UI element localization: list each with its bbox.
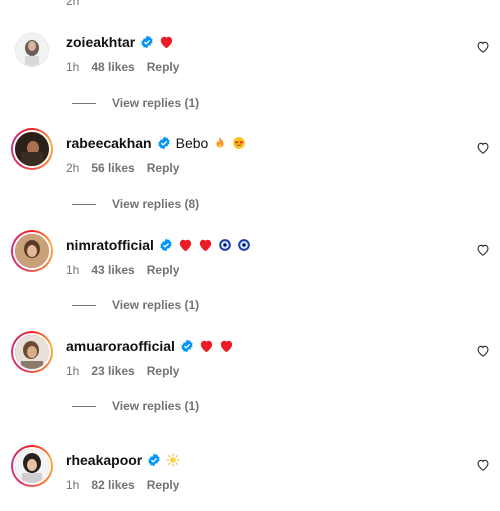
comment-likes[interactable]: 23 likes: [91, 364, 134, 378]
comment-time: 1h: [66, 60, 80, 74]
nazar-amulet-emoji-icon: [219, 239, 231, 251]
verified-badge-icon: [158, 136, 170, 150]
view-replies-button[interactable]: View replies (1): [72, 298, 199, 312]
view-replies-label: View replies (1): [112, 399, 200, 413]
view-replies-button[interactable]: View replies (1): [72, 96, 199, 110]
avatar[interactable]: [15, 33, 49, 67]
comment-time: 1h: [66, 364, 80, 378]
comment-likes[interactable]: 43 likes: [91, 263, 134, 277]
reply-button[interactable]: Reply: [147, 263, 180, 277]
view-replies-label: View replies (1): [112, 96, 200, 110]
top-fragment: 2h: [66, 0, 80, 8]
comment-username[interactable]: rheakapoor: [66, 452, 142, 468]
view-replies-label: View replies (8): [112, 197, 200, 211]
comment-time: 1h: [66, 263, 80, 277]
reply-button[interactable]: Reply: [147, 364, 180, 378]
fire-emoji-icon: [216, 137, 224, 148]
sun-emoji-icon: [166, 453, 180, 467]
comment-time: 2h: [66, 161, 80, 175]
divider-line: [72, 102, 96, 104]
reply-button[interactable]: Reply: [147, 478, 180, 492]
verified-badge-icon: [181, 339, 193, 353]
comment-time: 1h: [66, 478, 80, 492]
view-replies-button[interactable]: View replies (1): [72, 399, 199, 413]
like-heart-icon[interactable]: [476, 40, 490, 54]
like-heart-icon[interactable]: [476, 344, 490, 358]
comment-likes[interactable]: 56 likes: [91, 161, 134, 175]
comment-item: rheakapoor 1h 82 likes Reply: [0, 445, 500, 511]
divider-line: [72, 405, 96, 407]
divider-line: [72, 203, 96, 205]
avatar[interactable]: [11, 331, 53, 373]
comment-item: nimratofficial 1h 43 likes Reply: [0, 230, 500, 296]
like-heart-icon[interactable]: [476, 458, 490, 472]
verified-badge-icon: [160, 238, 172, 252]
comment-likes[interactable]: 82 likes: [91, 478, 134, 492]
reply-button[interactable]: Reply: [147, 60, 180, 74]
red-heart-emoji-icon: [200, 340, 213, 353]
comment-text: Bebo: [175, 135, 209, 151]
red-heart-emoji-icon: [199, 239, 212, 252]
comment-item: rabeecakhan Bebo 2h 56 likes Reply: [0, 128, 500, 194]
like-heart-icon[interactable]: [476, 243, 490, 257]
comment-username[interactable]: nimratofficial: [66, 237, 154, 253]
like-heart-icon[interactable]: [476, 141, 490, 155]
reply-button[interactable]: Reply: [147, 161, 180, 175]
comment-username[interactable]: zoieakhtar: [66, 34, 135, 50]
avatar[interactable]: [11, 445, 53, 487]
avatar[interactable]: [11, 128, 53, 170]
verified-badge-icon: [148, 453, 160, 467]
comment-item: zoieakhtar 1h 48 likes Reply: [0, 33, 500, 93]
comment-item: amuaroraofficial 1h 23 likes Reply: [0, 331, 500, 397]
red-heart-emoji-icon: [161, 36, 173, 49]
verified-badge-icon: [141, 35, 153, 49]
comment-username[interactable]: rabeecakhan: [66, 135, 152, 151]
heart-eyes-emoji-icon: [233, 137, 246, 149]
view-replies-label: View replies (1): [112, 298, 200, 312]
nazar-amulet-emoji-icon: [238, 239, 250, 251]
view-replies-button[interactable]: View replies (8): [72, 197, 199, 211]
red-heart-emoji-icon: [179, 239, 192, 252]
comment-username[interactable]: amuaroraofficial: [66, 338, 175, 354]
avatar[interactable]: [11, 230, 53, 272]
red-heart-emoji-icon: [220, 340, 233, 353]
divider-line: [72, 304, 96, 306]
comment-likes[interactable]: 48 likes: [91, 60, 134, 74]
